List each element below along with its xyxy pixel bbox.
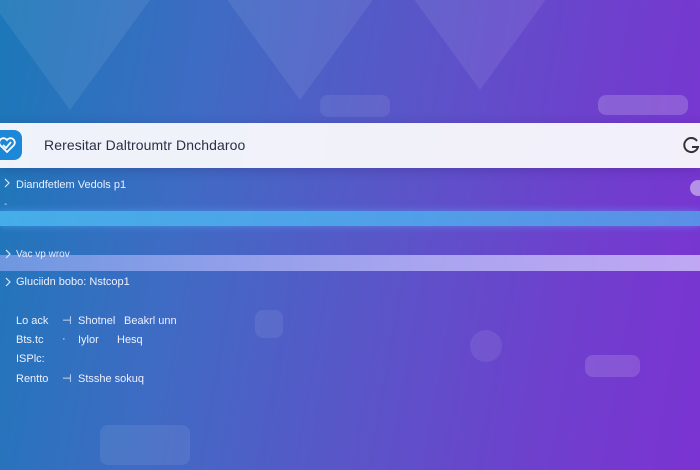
subheader-text: Diandfetlem Vedols p1	[16, 179, 127, 191]
bg-triangle-shape	[400, 0, 560, 90]
bg-ghost-panel	[585, 355, 640, 377]
bg-ghost-panel	[100, 425, 190, 465]
bg-ghost-panel	[320, 95, 390, 117]
diamond-chevron-icon	[3, 277, 13, 287]
detail-value-2: Beakrl unn	[124, 315, 177, 327]
info-row-label: Gluciidn bobo: Nstcop1	[16, 276, 130, 288]
detail-row: Rentto ⊣ Stsshe sokuq	[0, 371, 400, 389]
detail-separator: ·	[62, 333, 66, 345]
diamond-chevron-icon	[2, 178, 12, 188]
bg-triangle-shape	[0, 0, 150, 110]
detail-value: Shotnel	[78, 315, 116, 327]
scroll-knob[interactable]	[690, 180, 700, 196]
diamond-chevron-icon	[3, 249, 13, 259]
page-title: Reresitar Daltroumtr Dnchdaroo	[44, 137, 246, 153]
bg-ghost-panel	[470, 330, 502, 362]
heart-check-icon[interactable]	[0, 130, 22, 160]
detail-key: Lo ack	[16, 315, 49, 327]
faint-row-label: Vac vp wrov	[16, 249, 70, 260]
bg-triangle-shape	[220, 0, 380, 100]
detail-separator: ⊣	[62, 315, 72, 327]
subheader-row[interactable]: Diandfetlem Vedols p1	[0, 176, 700, 196]
detail-row: ISPlc:	[0, 351, 400, 369]
detail-key: ISPlc:	[16, 353, 45, 365]
detail-row: Bts.tc · Iylor Hesq	[0, 332, 400, 350]
detail-separator: ⊣	[62, 373, 72, 385]
faint-list-row[interactable]: Vac vp wrov	[0, 246, 700, 264]
highlight-bar	[0, 211, 700, 226]
detail-value: Stsshe sokuq	[78, 373, 145, 385]
bg-ghost-panel	[598, 95, 688, 115]
detail-value-2: Hesq	[117, 334, 143, 346]
detail-key: Bts.tc	[16, 334, 44, 346]
info-row[interactable]: Gluciidn bobo: Nstcop1	[0, 274, 700, 292]
detail-row: Lo ack ⊣ Shotnel Beakrl unn	[0, 313, 400, 331]
detail-key: Rentto	[16, 373, 49, 385]
app-header-bar: Reresitar Daltroumtr Dnchdaroo	[0, 123, 700, 168]
divider-dot: -	[4, 199, 8, 210]
g-circle-icon[interactable]	[682, 135, 700, 155]
detail-value: Iylor	[78, 334, 99, 346]
